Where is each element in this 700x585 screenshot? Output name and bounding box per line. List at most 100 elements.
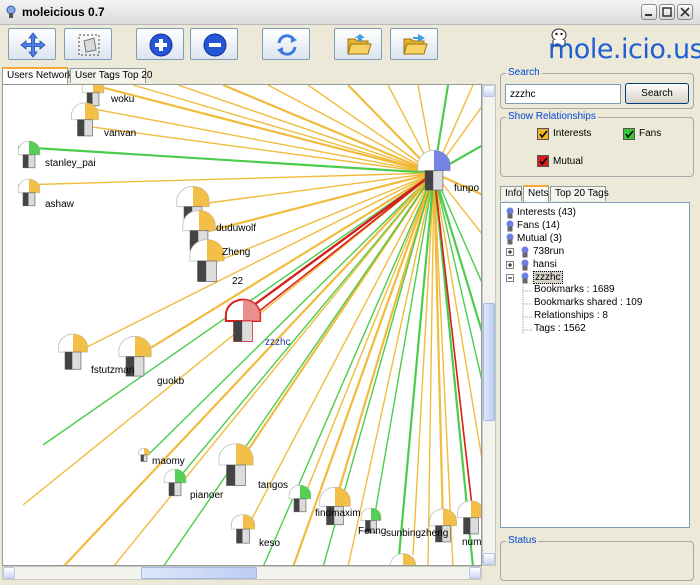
tree-item-738run[interactable]: 738run <box>533 246 564 257</box>
node-findmaxim[interactable] <box>319 486 351 526</box>
node-stem-shade <box>463 517 471 534</box>
close-button[interactable] <box>677 4 693 20</box>
node-cap-color <box>29 141 40 155</box>
node-cap-color <box>93 85 104 93</box>
minus-icon <box>508 277 512 279</box>
node-fstutzman[interactable] <box>58 333 88 370</box>
mutual-checkbox[interactable] <box>537 155 549 167</box>
network-graph[interactable]: woku vanvan stanley_pai ashaw duduwolf Z… <box>2 84 482 566</box>
title-bar: moleicious 0.7 <box>0 0 700 25</box>
graph-edge <box>92 85 435 175</box>
search-button[interactable]: Search <box>625 83 689 104</box>
node-label-fstutzman[interactable]: fstutzman <box>91 365 134 376</box>
node-label-hub[interactable]: funpo <box>454 183 479 194</box>
node-label-stanley-pai[interactable]: stanley_pai <box>45 158 96 169</box>
logo-text: mole.icio.us <box>548 34 700 65</box>
tree-item-zzzhc[interactable]: zzzhc <box>533 271 563 284</box>
relationships-group-title: Show Relationships <box>506 111 598 122</box>
node-stanley-pai[interactable] <box>17 140 41 169</box>
tab-user-tags-top-20[interactable]: User Tags Top 20 <box>70 68 152 83</box>
node-label-tangos[interactable]: tangos <box>258 480 288 491</box>
node-label-ashaw[interactable]: ashaw <box>45 199 74 210</box>
graph-edge <box>113 172 435 565</box>
node-stem-shade <box>65 352 73 370</box>
node-label-sunbingzheng[interactable]: sunbingzheng <box>386 528 448 539</box>
node-label-maomy[interactable]: maomy <box>152 456 185 467</box>
graph-edge <box>17 172 435 186</box>
window-title: moleicious 0.7 <box>22 5 105 19</box>
tree-detail-relationships: Relationships : 8 <box>534 310 608 321</box>
mutual-label: Mutual <box>553 156 584 167</box>
tab-users-network[interactable]: Users Network <box>2 67 73 84</box>
tree-item-hansi[interactable]: hansi <box>533 259 557 270</box>
select-button[interactable] <box>64 28 112 60</box>
node-findmaxim-a[interactable] <box>288 484 312 513</box>
refresh-button[interactable] <box>262 28 310 60</box>
node-zzzhc[interactable] <box>224 298 262 342</box>
vertical-scrollbar[interactable] <box>482 84 496 566</box>
node-stem-shade <box>197 260 207 282</box>
user-icon <box>521 246 529 258</box>
maximize-button[interactable] <box>659 4 675 20</box>
node-22[interactable] <box>189 239 225 282</box>
tab-nets[interactable]: Nets <box>523 185 549 202</box>
user-icon <box>506 220 514 232</box>
vertical-scroll-thumb[interactable] <box>483 303 495 421</box>
node-ashaw[interactable] <box>17 178 41 207</box>
main-window: moleicious 0.7 mole.icio.us Users Networ… <box>0 0 700 585</box>
node-label-woku[interactable]: woku <box>111 94 134 105</box>
scroll-left-button[interactable] <box>3 567 15 579</box>
collapse-toggle[interactable] <box>506 274 514 282</box>
scroll-right-button[interactable] <box>469 567 481 579</box>
node-cap-color <box>403 553 416 565</box>
node-stem-shade <box>233 320 243 342</box>
node-num[interactable] <box>457 500 483 535</box>
node-label-duduwolf[interactable]: duduwolf <box>216 223 256 234</box>
node-label-zzzhc[interactable]: zzzhc <box>265 337 291 348</box>
minimize-button[interactable] <box>641 4 657 20</box>
node-vanvan[interactable] <box>71 102 99 137</box>
zoom-out-button[interactable] <box>190 28 238 60</box>
node-label-pianoer[interactable]: pianoer <box>190 490 223 501</box>
scroll-up-button[interactable] <box>483 85 495 97</box>
tree-item-mutual[interactable]: Mutual (3) <box>517 233 562 244</box>
tab-info[interactable]: Info <box>500 186 522 201</box>
node-maomy[interactable] <box>138 447 150 462</box>
open-button[interactable] <box>334 28 382 60</box>
node-stem-shade <box>23 192 29 206</box>
minimize-icon <box>645 14 652 16</box>
tree-item-fans[interactable]: Fans (14) <box>517 220 560 231</box>
node-label-fenng[interactable]: Fenng <box>358 526 386 537</box>
node-pianoer[interactable] <box>163 468 187 497</box>
node-label-keso[interactable]: keso <box>259 538 280 549</box>
graph-edge <box>132 85 435 174</box>
node-keso[interactable] <box>230 514 256 544</box>
save-button[interactable] <box>390 28 438 60</box>
node-cap-color <box>73 334 88 353</box>
node-label-22[interactable]: 22 <box>232 276 243 287</box>
search-group: Search Search <box>500 67 694 109</box>
node-label-vanvan[interactable]: vanvan <box>104 128 136 139</box>
node-cap-color <box>135 336 152 357</box>
node-bottom[interactable] <box>390 553 416 566</box>
horizontal-scrollbar[interactable] <box>2 566 482 580</box>
fans-checkbox[interactable] <box>623 128 635 140</box>
scroll-down-button[interactable] <box>483 553 495 565</box>
expand-toggle[interactable] <box>506 248 514 256</box>
expand-toggle[interactable] <box>506 261 514 269</box>
node-label-zheng[interactable]: Zheng <box>222 247 250 258</box>
tree-item-interests[interactable]: Interests (43) <box>517 207 576 218</box>
nets-tree[interactable]: Interests (43) Fans (14) Mutual (3) 738r… <box>500 202 690 528</box>
tab-top-20-tags[interactable]: Top 20 Tags <box>550 186 609 201</box>
move-button[interactable] <box>8 28 56 60</box>
node-label-findmaxim[interactable]: findmaxim <box>315 508 361 519</box>
node-cap-color <box>300 485 311 499</box>
node-label-num[interactable]: num <box>462 537 481 548</box>
horizontal-scroll-thumb[interactable] <box>141 567 257 579</box>
interests-checkbox[interactable] <box>537 128 549 140</box>
search-input[interactable] <box>505 84 621 104</box>
zoom-in-button[interactable] <box>136 28 184 60</box>
status-group-title: Status <box>506 535 539 546</box>
node-label-guokb[interactable]: guokb <box>157 376 184 387</box>
maximize-icon <box>662 7 672 17</box>
